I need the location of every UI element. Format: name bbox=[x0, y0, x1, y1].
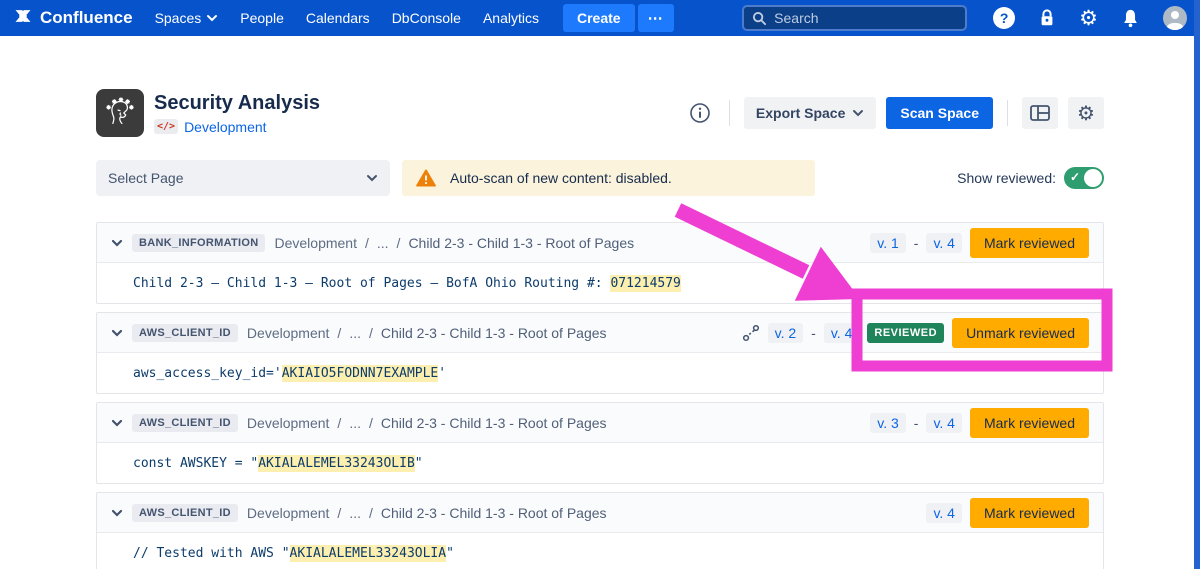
space-link-development[interactable]: Development bbox=[184, 119, 267, 135]
scan-space-button[interactable]: Scan Space bbox=[886, 97, 993, 129]
show-reviewed-toggle[interactable]: ✓ bbox=[1064, 167, 1104, 189]
finding-snippet: // Tested with AWS "AKIALALEMEL33243OLIA… bbox=[97, 533, 1103, 569]
breadcrumb-ellipsis[interactable]: ... bbox=[349, 415, 361, 431]
admin-gear-icon[interactable]: ⚙ bbox=[1079, 8, 1098, 29]
findings-list: BANK_INFORMATION Development / ... / Chi… bbox=[96, 222, 1104, 569]
nav-item-spaces[interactable]: Spaces bbox=[155, 10, 219, 26]
chevron-down-icon bbox=[366, 174, 378, 182]
breadcrumb-ellipsis[interactable]: ... bbox=[377, 235, 389, 251]
nav-item-calendars[interactable]: Calendars bbox=[306, 10, 370, 26]
show-reviewed-label: Show reviewed: bbox=[957, 170, 1056, 186]
finding-type-badge: AWS_CLIENT_ID bbox=[132, 324, 238, 342]
nav-item-dbconsole[interactable]: DbConsole bbox=[392, 10, 461, 26]
search-icon bbox=[752, 11, 767, 26]
notifications-bell-icon[interactable] bbox=[1121, 8, 1140, 28]
brand-name: Confluence bbox=[40, 8, 133, 28]
select-page-dropdown[interactable]: Select Page bbox=[96, 160, 390, 196]
help-icon[interactable]: ? bbox=[993, 7, 1015, 29]
space-header: Security Analysis </> Development Export… bbox=[96, 89, 1104, 137]
lock-icon[interactable] bbox=[1038, 8, 1056, 28]
autoscan-warning-banner: Auto-scan of new content: disabled. bbox=[402, 160, 815, 196]
finding-type-badge: BANK_INFORMATION bbox=[132, 234, 265, 252]
version-from-link[interactable]: v. 1 bbox=[870, 233, 906, 253]
version-to-link[interactable]: v. 4 bbox=[824, 323, 860, 343]
nav-more-button[interactable]: ⋯ bbox=[638, 4, 674, 32]
breadcrumb-page[interactable]: Child 2-3 - Child 1-3 - Root of Pages bbox=[408, 235, 634, 251]
toggle-knob bbox=[1084, 169, 1102, 187]
version-from-link[interactable]: v. 3 bbox=[870, 413, 906, 433]
breadcrumb-space[interactable]: Development bbox=[274, 235, 357, 251]
unmark-reviewed-button[interactable]: Unmark reviewed bbox=[952, 318, 1089, 348]
version-from-link[interactable]: v. 2 bbox=[768, 323, 804, 343]
finding-snippet: aws_access_key_id='AKIAIO5FODNN7EXAMPLE' bbox=[97, 353, 1103, 393]
screen-edge-accent bbox=[1194, 0, 1200, 569]
finding-card: AWS_CLIENT_ID Development / ... / Child … bbox=[96, 402, 1104, 484]
divider bbox=[729, 100, 730, 126]
breadcrumb-space[interactable]: Development bbox=[247, 505, 330, 521]
breadcrumb: Development / ... / Child 2-3 - Child 1-… bbox=[247, 505, 607, 521]
version-to-link[interactable]: v. 4 bbox=[926, 503, 962, 523]
chevron-down-icon bbox=[852, 109, 864, 117]
breadcrumb-page[interactable]: Child 2-3 - Child 1-3 - Root of Pages bbox=[381, 415, 607, 431]
nav-item-people[interactable]: People bbox=[240, 10, 284, 26]
dev-space-icon: </> bbox=[154, 119, 178, 134]
finding-card: AWS_CLIENT_ID Development / ... / Child … bbox=[96, 492, 1104, 569]
mark-reviewed-button[interactable]: Mark reviewed bbox=[970, 228, 1089, 258]
confluence-logo[interactable]: Confluence bbox=[13, 6, 133, 31]
reviewed-status-badge: REVIEWED bbox=[867, 323, 944, 343]
collapse-chevron-icon[interactable] bbox=[111, 239, 123, 247]
version-to-link[interactable]: v. 4 bbox=[926, 233, 962, 253]
toolbar-row: Select Page Auto-scan of new content: di… bbox=[96, 160, 1104, 196]
warning-icon bbox=[416, 169, 436, 187]
confluence-logo-icon bbox=[13, 6, 33, 31]
compare-route-icon[interactable] bbox=[742, 324, 760, 342]
sensitive-value-highlight: AKIAIO5FODNN7EXAMPLE bbox=[282, 365, 439, 382]
collapse-chevron-icon[interactable] bbox=[111, 509, 123, 517]
divider bbox=[1007, 100, 1008, 126]
breadcrumb-space[interactable]: Development bbox=[247, 325, 330, 341]
space-avatar bbox=[96, 89, 144, 137]
search-input[interactable] bbox=[774, 10, 944, 26]
finding-type-badge: AWS_CLIENT_ID bbox=[132, 504, 238, 522]
breadcrumb-page[interactable]: Child 2-3 - Child 1-3 - Root of Pages bbox=[381, 325, 607, 341]
page-title: Security Analysis bbox=[154, 92, 320, 115]
finding-card: AWS_CLIENT_ID Development / ... / Child … bbox=[96, 312, 1104, 394]
check-icon: ✓ bbox=[1070, 170, 1080, 184]
info-icon[interactable] bbox=[689, 102, 711, 124]
breadcrumb: Development / ... / Child 2-3 - Child 1-… bbox=[247, 415, 607, 431]
layout-board-icon[interactable] bbox=[1022, 97, 1058, 129]
breadcrumb: Development / ... / Child 2-3 - Child 1-… bbox=[274, 235, 634, 251]
search-box[interactable] bbox=[742, 5, 967, 31]
breadcrumb-page[interactable]: Child 2-3 - Child 1-3 - Root of Pages bbox=[381, 505, 607, 521]
collapse-chevron-icon[interactable] bbox=[111, 419, 123, 427]
collapse-chevron-icon[interactable] bbox=[111, 329, 123, 337]
breadcrumb: Development / ... / Child 2-3 - Child 1-… bbox=[247, 325, 607, 341]
finding-card: BANK_INFORMATION Development / ... / Chi… bbox=[96, 222, 1104, 304]
export-space-button[interactable]: Export Space bbox=[744, 97, 876, 129]
chevron-down-icon bbox=[206, 14, 218, 22]
breadcrumb-ellipsis[interactable]: ... bbox=[349, 325, 361, 341]
finding-snippet: const AWSKEY = "AKIALALEMEL33243OLIB" bbox=[97, 443, 1103, 483]
breadcrumb-ellipsis[interactable]: ... bbox=[349, 505, 361, 521]
finding-snippet: Child 2-3 – Child 1-3 – Root of Pages – … bbox=[97, 263, 1103, 303]
mark-reviewed-button[interactable]: Mark reviewed bbox=[970, 408, 1089, 438]
mark-reviewed-button[interactable]: Mark reviewed bbox=[970, 498, 1089, 528]
create-button[interactable]: Create bbox=[563, 4, 635, 32]
sensitive-value-highlight: 071214579 bbox=[610, 275, 680, 292]
top-navigation: Confluence Spaces People Calendars DbCon… bbox=[0, 0, 1200, 36]
space-settings-gear-icon[interactable]: ⚙ bbox=[1068, 97, 1104, 129]
warning-text: Auto-scan of new content: disabled. bbox=[450, 170, 672, 186]
sensitive-value-highlight: AKIALALEMEL33243OLIA bbox=[290, 545, 447, 562]
finding-type-badge: AWS_CLIENT_ID bbox=[132, 414, 238, 432]
version-to-link[interactable]: v. 4 bbox=[926, 413, 962, 433]
sensitive-value-highlight: AKIALALEMEL33243OLIB bbox=[258, 455, 415, 472]
user-avatar[interactable] bbox=[1163, 6, 1187, 30]
nav-item-analytics[interactable]: Analytics bbox=[483, 10, 539, 26]
breadcrumb-space[interactable]: Development bbox=[247, 415, 330, 431]
